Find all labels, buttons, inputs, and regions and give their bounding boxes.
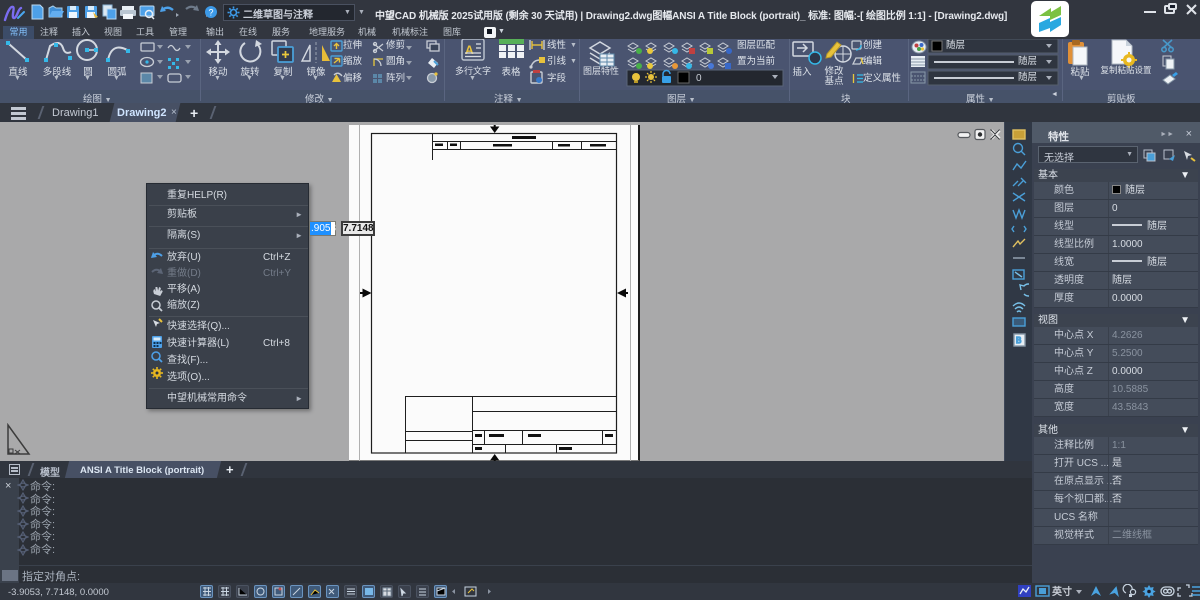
svg-text:英寸: 英寸 bbox=[1051, 585, 1072, 598]
svg-text:A: A bbox=[465, 43, 474, 57]
svg-text:?: ? bbox=[208, 8, 213, 18]
svg-text:0: 0 bbox=[696, 73, 702, 84]
svg-text:B: B bbox=[1016, 336, 1021, 345]
